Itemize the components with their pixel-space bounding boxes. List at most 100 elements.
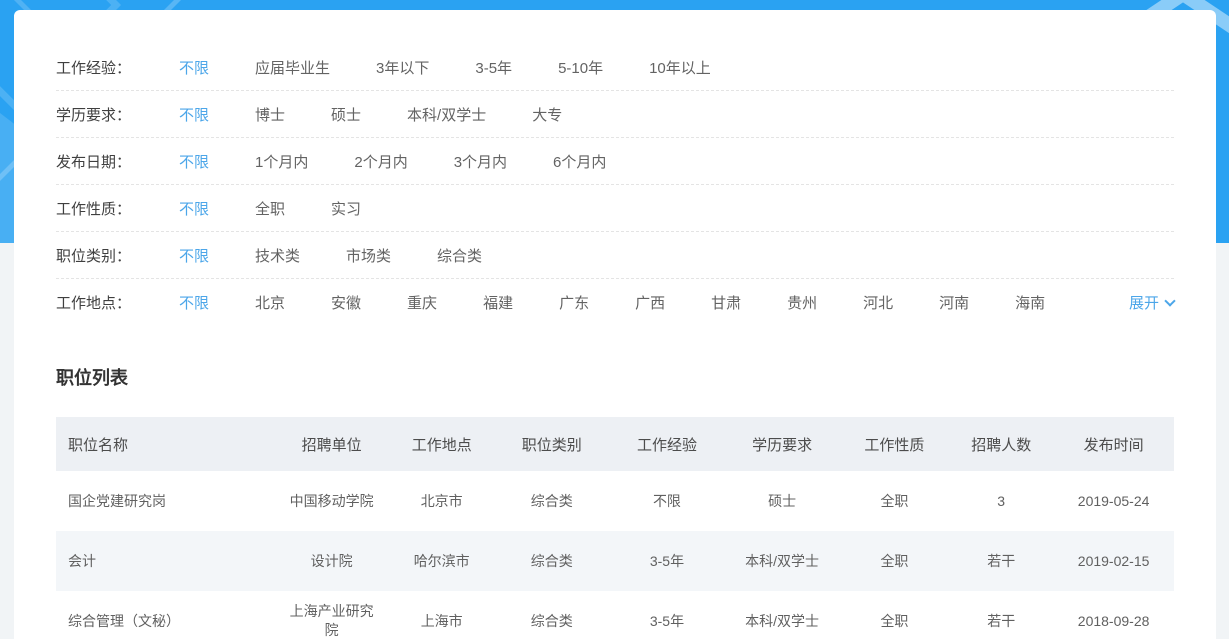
filter-option[interactable]: 10年以上	[649, 57, 711, 78]
table-cell: 综合类	[494, 471, 609, 531]
filter-option[interactable]: 实习	[331, 198, 361, 219]
expand-label: 展开	[1129, 292, 1159, 313]
table-cell: 2019-02-15	[1053, 531, 1174, 591]
table-row[interactable]: 国企党建研究岗中国移动学院北京市综合类不限硕士全职32019-05-24	[56, 471, 1174, 531]
table-cell-text: 综合类	[531, 613, 573, 629]
filter-row-5: 工作地点：不限 北京 安徽 重庆 福建 广东 广西 甘肃 贵州 河北 河南 海南 展开	[56, 279, 1174, 326]
table-cell-text: 2019-05-24	[1078, 493, 1150, 509]
table-cell-text: 综合类	[531, 493, 573, 509]
filter-options: 不限 应届毕业生 3年以下 3-5年 5-10年 10年以上	[179, 57, 1174, 78]
filter-option[interactable]: 6个月内	[553, 151, 606, 172]
filter-option[interactable]: 海南	[1015, 292, 1045, 313]
filter-option[interactable]: 博士	[255, 104, 285, 125]
filter-option[interactable]: 不限	[179, 151, 209, 172]
filter-option[interactable]: 不限	[179, 104, 209, 125]
filter-label: 工作地点：	[56, 292, 179, 313]
table-cell-text: 综合类	[531, 553, 573, 569]
filter-option[interactable]: 1个月内	[255, 151, 308, 172]
filter-option[interactable]: 硕士	[331, 104, 361, 125]
filter-option[interactable]: 河南	[939, 292, 969, 313]
filter-option[interactable]: 广西	[635, 292, 665, 313]
filter-row-1: 学历要求：不限 博士 硕士 本科/双学士 大专	[56, 91, 1174, 138]
table-cell: 中国移动学院	[274, 471, 389, 531]
filter-options: 不限 全职 实习	[179, 198, 1174, 219]
column-header: 工作地点	[389, 417, 494, 471]
filter-option[interactable]: 福建	[483, 292, 513, 313]
filter-label: 工作性质：	[56, 198, 179, 219]
column-header: 职位类别	[494, 417, 609, 471]
filter-options: 不限 北京 安徽 重庆 福建 广东 广西 甘肃 贵州 河北 河南 海南 展开	[179, 292, 1174, 313]
filter-option[interactable]: 本科/双学士	[407, 104, 486, 125]
table-cell: 上海产业研究院	[274, 591, 389, 639]
filter-option[interactable]: 不限	[179, 292, 209, 313]
table-cell-text: 2019-02-15	[1078, 553, 1150, 569]
table-cell: 若干	[949, 531, 1053, 591]
column-header: 招聘单位	[274, 417, 389, 471]
filter-panel: 工作经验：不限应届毕业生3年以下3-5年5-10年10年以上学历要求：不限博士硕…	[56, 10, 1174, 326]
filter-option[interactable]: 广东	[559, 292, 589, 313]
filter-option[interactable]: 甘肃	[711, 292, 741, 313]
filter-option[interactable]: 应届毕业生	[255, 57, 330, 78]
filter-option[interactable]: 不限	[179, 198, 209, 219]
table-cell-text: 3	[997, 493, 1005, 509]
table-cell: 全职	[840, 471, 950, 531]
filter-option[interactable]: 不限	[179, 245, 209, 266]
table-row[interactable]: 综合管理（文秘）上海产业研究院上海市综合类3-5年本科/双学士全职若干2018-…	[56, 591, 1174, 639]
filter-label: 职位类别：	[56, 245, 179, 266]
table-cell: 本科/双学士	[725, 531, 840, 591]
filter-option[interactable]: 大专	[532, 104, 562, 125]
table-cell-text: 综合管理（文秘）	[68, 613, 180, 629]
filter-option[interactable]: 河北	[863, 292, 893, 313]
filter-label: 学历要求：	[56, 104, 179, 125]
filter-row-4: 职位类别：不限 技术类 市场类 综合类	[56, 232, 1174, 279]
filter-option[interactable]: 3个月内	[454, 151, 507, 172]
filter-option[interactable]: 重庆	[407, 292, 437, 313]
filter-label: 发布日期：	[56, 151, 179, 172]
filter-option[interactable]: 技术类	[255, 245, 300, 266]
table-cell: 设计院	[274, 531, 389, 591]
column-header: 招聘人数	[949, 417, 1053, 471]
table-cell-text: 上海产业研究院	[286, 602, 378, 639]
column-header: 工作性质	[840, 417, 950, 471]
filter-option[interactable]: 贵州	[787, 292, 817, 313]
column-header: 学历要求	[725, 417, 840, 471]
table-cell: 3	[949, 471, 1053, 531]
filter-option[interactable]: 3-5年	[475, 57, 512, 78]
table-cell-text: 硕士	[768, 493, 796, 509]
filter-option[interactable]: 综合类	[437, 245, 482, 266]
table-cell-text: 中国移动学院	[290, 492, 374, 511]
table-row[interactable]: 会计设计院哈尔滨市综合类3-5年本科/双学士全职若干2019-02-15	[56, 531, 1174, 591]
table-cell-text: 不限	[653, 493, 681, 509]
table-cell: 本科/双学士	[725, 591, 840, 639]
expand-link[interactable]: 展开	[1129, 292, 1174, 313]
table-cell: 3-5年	[609, 531, 724, 591]
table-cell-text: 哈尔滨市	[414, 553, 470, 569]
filter-option[interactable]: 北京	[255, 292, 285, 313]
table-cell-text: 上海市	[421, 613, 463, 629]
table-cell: 综合类	[494, 591, 609, 639]
column-header: 工作经验	[609, 417, 724, 471]
table-cell-text: 本科/双学士	[745, 613, 819, 629]
filter-option[interactable]: 全职	[255, 198, 285, 219]
table-cell-text: 3-5年	[650, 553, 684, 569]
table-cell: 综合管理（文秘）	[56, 591, 274, 639]
table-cell-text: 设计院	[311, 552, 353, 571]
table-cell: 2019-05-24	[1053, 471, 1174, 531]
content-card: 工作经验：不限应届毕业生3年以下3-5年5-10年10年以上学历要求：不限博士硕…	[14, 10, 1216, 639]
job-list-title: 职位列表	[56, 364, 1174, 390]
job-table-header-row: 职位名称招聘单位工作地点职位类别工作经验学历要求工作性质招聘人数发布时间	[56, 417, 1174, 471]
filter-option[interactable]: 3年以下	[376, 57, 429, 78]
table-cell: 不限	[609, 471, 724, 531]
chevron-down-icon	[1164, 295, 1175, 306]
filter-option[interactable]: 市场类	[346, 245, 391, 266]
table-cell-text: 会计	[68, 553, 96, 569]
table-cell: 2018-09-28	[1053, 591, 1174, 639]
filter-option[interactable]: 不限	[179, 57, 209, 78]
filter-row-0: 工作经验：不限应届毕业生3年以下3-5年5-10年10年以上	[56, 44, 1174, 91]
table-cell: 哈尔滨市	[389, 531, 494, 591]
column-header: 发布时间	[1053, 417, 1174, 471]
table-cell-text: 全职	[880, 493, 908, 509]
filter-option[interactable]: 5-10年	[558, 57, 603, 78]
filter-option[interactable]: 安徽	[331, 292, 361, 313]
filter-option[interactable]: 2个月内	[354, 151, 407, 172]
